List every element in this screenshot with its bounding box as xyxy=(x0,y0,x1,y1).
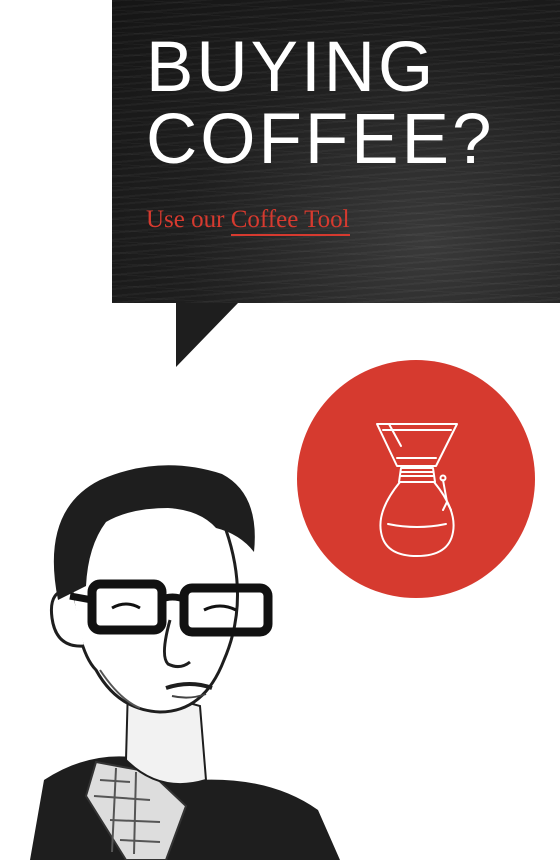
man-with-glasses-illustration xyxy=(30,465,340,860)
tagline-prefix: Use our xyxy=(146,206,231,233)
speech-bubble-pointer xyxy=(176,303,238,367)
promo-tagline: Use our Coffee Tool xyxy=(146,206,350,236)
coffee-tool-link[interactable]: Coffee Tool xyxy=(230,206,350,236)
promo-headline: BUYING COFFEE? xyxy=(146,28,495,179)
